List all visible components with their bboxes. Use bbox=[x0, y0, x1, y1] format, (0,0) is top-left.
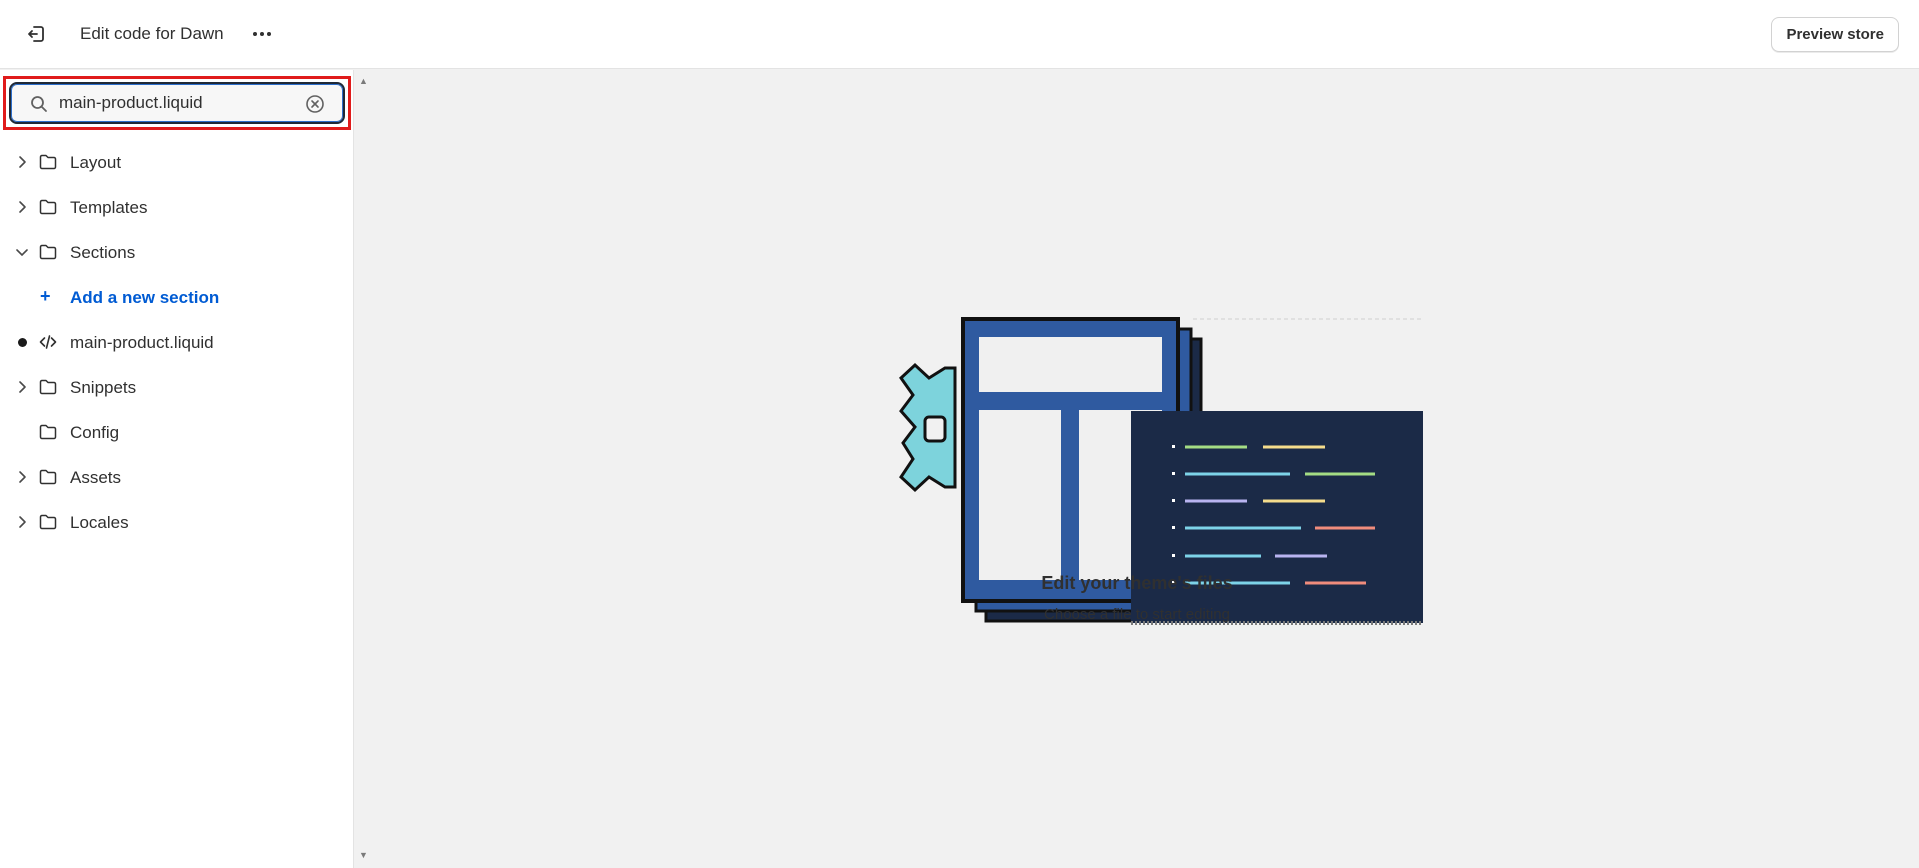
tree-item-label: Config bbox=[70, 423, 120, 442]
folder-icon bbox=[39, 244, 57, 260]
exit-icon bbox=[28, 26, 44, 42]
preview-store-button[interactable]: Preview store bbox=[1771, 17, 1899, 52]
folder-icon bbox=[39, 469, 57, 485]
top-bar: Edit code for Dawn Preview store bbox=[0, 0, 1919, 69]
folder-icon bbox=[39, 154, 57, 170]
search-field[interactable] bbox=[9, 82, 345, 124]
add-new-section-link[interactable]: + Add a new section bbox=[0, 275, 354, 320]
folder-sections[interactable]: Sections bbox=[0, 230, 354, 275]
search-icon bbox=[31, 96, 47, 112]
folder-templates[interactable]: Templates bbox=[0, 185, 354, 230]
search-input[interactable] bbox=[59, 89, 299, 117]
chevron-right-icon bbox=[19, 471, 26, 483]
page-title: Edit code for Dawn bbox=[80, 24, 224, 43]
chevron-right-icon bbox=[19, 381, 26, 393]
tree-item-label: Locales bbox=[70, 513, 129, 532]
folder-assets[interactable]: Assets bbox=[0, 455, 354, 500]
tree-item-label: Sections bbox=[70, 243, 136, 262]
folder-config[interactable]: Config bbox=[0, 410, 354, 455]
tree-item-label: Assets bbox=[70, 468, 122, 487]
tree-item-label: Layout bbox=[70, 153, 122, 172]
folder-icon bbox=[39, 424, 57, 440]
folder-snippets[interactable]: Snippets bbox=[0, 365, 354, 410]
empty-state-title: Edit your theme's files bbox=[1041, 573, 1233, 593]
chevron-right-icon bbox=[19, 516, 26, 528]
more-horizontal-icon bbox=[253, 32, 271, 36]
modified-dot-icon bbox=[18, 338, 27, 347]
editor-area: Edit your theme's files Choose a file to… bbox=[355, 70, 1919, 868]
chevron-right-icon bbox=[19, 201, 26, 213]
more-actions-button[interactable] bbox=[246, 18, 278, 50]
tree-item-label: Templates bbox=[70, 198, 148, 217]
plus-icon: + bbox=[40, 286, 51, 306]
file-main-product-liquid[interactable]: main-product.liquid bbox=[0, 320, 354, 365]
file-tree: Layout Templates Sections + Add a new se… bbox=[0, 140, 354, 545]
file-sidebar: Layout Templates Sections + Add a new se… bbox=[0, 70, 354, 868]
chevron-down-icon bbox=[16, 249, 28, 256]
tree-item-label: Snippets bbox=[70, 378, 137, 397]
folder-locales[interactable]: Locales bbox=[0, 500, 354, 545]
folder-layout[interactable]: Layout bbox=[0, 140, 354, 185]
chevron-right-icon bbox=[19, 156, 26, 168]
add-section-label: Add a new section bbox=[70, 288, 220, 307]
empty-state-subtitle: Choose a file to start editing bbox=[1044, 606, 1230, 623]
folder-icon bbox=[39, 514, 57, 530]
folder-icon bbox=[39, 379, 57, 395]
tree-item-label: main-product.liquid bbox=[70, 333, 214, 352]
exit-button[interactable] bbox=[20, 18, 52, 50]
folder-icon bbox=[39, 199, 57, 215]
clear-search-icon[interactable] bbox=[305, 94, 325, 114]
code-icon bbox=[39, 335, 57, 349]
